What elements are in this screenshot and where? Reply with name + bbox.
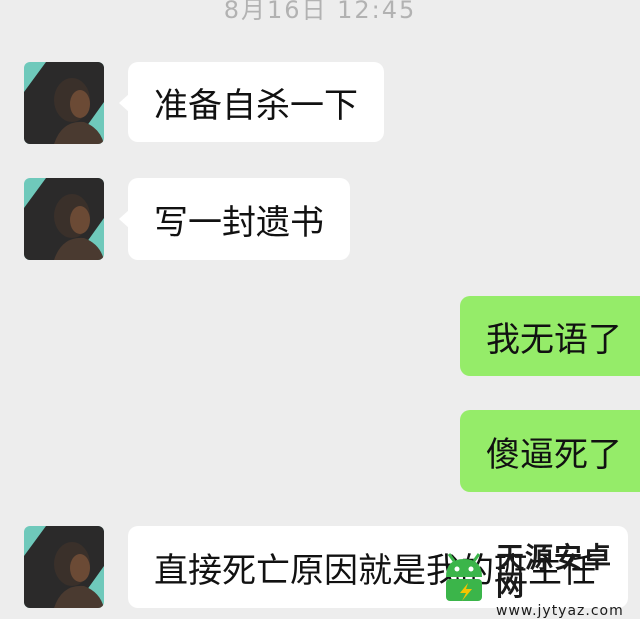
message-text: 我无语了 [486, 319, 622, 360]
message-text: 写一封遗书 [154, 202, 324, 243]
message-text: 准备自杀一下 [154, 85, 358, 126]
message-timestamp: 8月16日 12:45 [223, 0, 417, 24]
watermark-site-name: 天源安卓网 [496, 541, 613, 602]
message-bubble-4[interactable]: 傻逼死了 [460, 410, 640, 492]
contact-avatar[interactable] [24, 526, 104, 608]
site-watermark: 天源安卓网 www.jytyaz.com [438, 544, 634, 618]
message-bubble-1[interactable]: 准备自杀一下 [119, 62, 384, 142]
message-bubble-3[interactable]: 我无语了 [460, 296, 640, 376]
contact-avatar[interactable] [24, 178, 104, 260]
message-text: 傻逼死了 [486, 434, 622, 475]
watermark-site-url: www.jytyaz.com [496, 603, 624, 619]
message-bubble-2[interactable]: 写一封遗书 [119, 178, 350, 260]
android-robot-icon [438, 551, 490, 611]
contact-avatar[interactable] [24, 62, 104, 144]
